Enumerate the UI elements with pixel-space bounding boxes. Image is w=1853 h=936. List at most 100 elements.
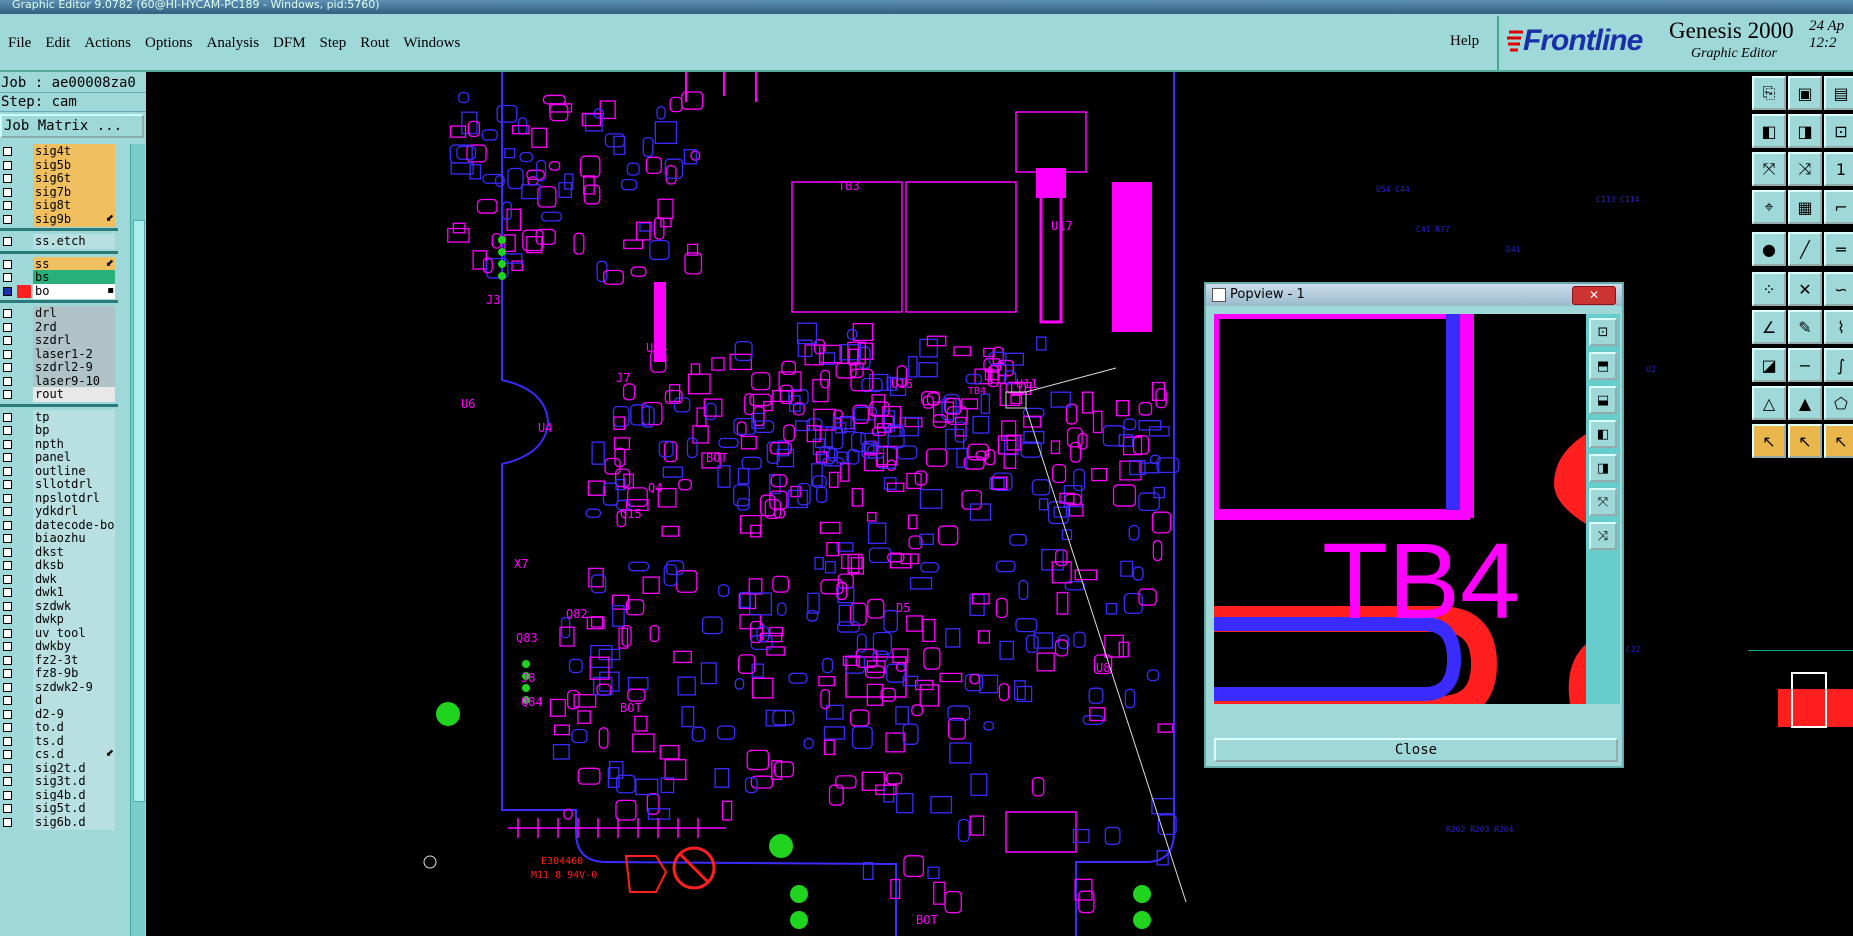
- layer-checkbox[interactable]: [3, 214, 12, 224]
- layer-checkbox[interactable]: [3, 309, 12, 318]
- layer-checkbox[interactable]: [3, 336, 12, 345]
- zoom-in-icon[interactable]: ⤨: [1788, 152, 1822, 186]
- layer-checkbox[interactable]: [3, 804, 12, 813]
- layer-row[interactable]: bo ▪: [0, 283, 118, 299]
- snap-icon[interactable]: ⌐: [1824, 190, 1853, 224]
- layer-name[interactable]: sig9b: [33, 211, 115, 227]
- layer-checkbox[interactable]: [3, 453, 12, 462]
- menu-analysis[interactable]: Analysis: [207, 35, 260, 52]
- curve-icon[interactable]: ∫: [1824, 348, 1853, 382]
- popview-zoom-in-icon[interactable]: ⤧: [1589, 488, 1617, 516]
- layer-row[interactable]: ss.etch: [0, 234, 118, 249]
- menu-edit[interactable]: Edit: [45, 35, 70, 52]
- popview-titlebar[interactable]: Popview - 1 ✕: [1206, 284, 1622, 306]
- popview-down-icon[interactable]: ⬓: [1589, 386, 1617, 414]
- popview-window[interactable]: Popview - 1 ✕ TB4 ⊡ ⬒ ⬓ ◧ ◨ ⤧ ⤨ Close: [1204, 282, 1624, 768]
- layer-checkbox[interactable]: [3, 777, 12, 786]
- menu-actions[interactable]: Actions: [84, 35, 131, 52]
- layer-checkbox[interactable]: [3, 817, 12, 827]
- layer-checkbox[interactable]: [3, 790, 12, 800]
- layer-row[interactable]: rout: [0, 387, 118, 402]
- triangle-icon[interactable]: △: [1752, 386, 1786, 420]
- popview-up-icon[interactable]: ⬒: [1589, 352, 1617, 380]
- popview-close-icon[interactable]: ✕: [1572, 286, 1616, 305]
- menu-help[interactable]: Help: [1450, 33, 1479, 50]
- layer-checkbox[interactable]: [3, 682, 12, 692]
- pen-icon[interactable]: ✎: [1788, 310, 1822, 344]
- menu-windows[interactable]: Windows: [403, 35, 460, 52]
- layer-checkbox[interactable]: [3, 574, 12, 584]
- pad-icon[interactable]: ●: [1752, 232, 1786, 266]
- cross-icon[interactable]: ✕: [1788, 272, 1822, 306]
- select-move-icon[interactable]: ↖: [1824, 424, 1853, 458]
- menu-options[interactable]: Options: [145, 35, 193, 52]
- minus-icon[interactable]: −: [1788, 348, 1822, 382]
- popview-fit-icon[interactable]: ⊡: [1589, 318, 1617, 346]
- save-icon[interactable]: ▣: [1788, 76, 1822, 110]
- popview-left-icon[interactable]: ◧: [1589, 420, 1617, 448]
- triangle-fill-icon[interactable]: ▲: [1788, 386, 1822, 420]
- layer-checkbox[interactable]: [3, 750, 12, 759]
- layer-checkbox[interactable]: [3, 696, 12, 705]
- layer-checkbox[interactable]: [3, 547, 12, 557]
- layer-checkbox[interactable]: [3, 723, 12, 732]
- layer-row[interactable]: sig9b ⬋: [0, 211, 118, 227]
- layer-checkbox[interactable]: [3, 561, 12, 570]
- layer-checkbox[interactable]: [3, 615, 12, 624]
- layer-name[interactable]: ss.etch: [33, 234, 115, 249]
- layer-checkbox[interactable]: [3, 642, 12, 651]
- layer-checkbox[interactable]: [3, 237, 12, 246]
- popview-close-button[interactable]: Close: [1214, 738, 1618, 762]
- scrollbar-thumb[interactable]: [133, 220, 145, 802]
- layer-checkbox[interactable]: [3, 273, 12, 282]
- layer-checkbox[interactable]: [3, 534, 12, 543]
- zoom-prev-icon[interactable]: ◧: [1752, 114, 1786, 148]
- popview-right-icon[interactable]: ◨: [1589, 454, 1617, 482]
- layer-checkbox[interactable]: [3, 286, 12, 296]
- link-icon[interactable]: ∽: [1824, 272, 1853, 306]
- layer-color-swatch[interactable]: [17, 284, 31, 298]
- layer-checkbox[interactable]: [3, 376, 12, 386]
- layer-checkbox[interactable]: [3, 322, 12, 332]
- layer-checkbox[interactable]: [3, 736, 12, 746]
- layer-checkbox[interactable]: [3, 187, 12, 197]
- layer-checkbox[interactable]: [3, 588, 12, 597]
- layer-checkbox[interactable]: [3, 390, 12, 399]
- layer-checkbox[interactable]: [3, 147, 12, 156]
- layer-name[interactable]: sig6b.d: [33, 814, 115, 830]
- ruler-icon[interactable]: ═: [1824, 232, 1853, 266]
- layer-name[interactable]: bo: [33, 283, 115, 299]
- layer-checkbox[interactable]: [3, 507, 12, 516]
- step-icon[interactable]: ⎘: [1752, 76, 1786, 110]
- measure-icon[interactable]: ⌖: [1752, 190, 1786, 224]
- menu-step[interactable]: Step: [320, 35, 347, 52]
- layer-checkbox[interactable]: [3, 655, 12, 665]
- polygon-icon[interactable]: ⬠: [1824, 386, 1853, 420]
- layer-row[interactable]: sig6b.d: [0, 814, 118, 830]
- line-icon[interactable]: ╱: [1788, 232, 1822, 266]
- menu-dfm[interactable]: DFM: [273, 35, 306, 52]
- layer-checkbox[interactable]: [3, 160, 12, 170]
- route-icon[interactable]: ⌇: [1824, 310, 1853, 344]
- popview-viewport[interactable]: TB4: [1214, 314, 1586, 704]
- layer-checkbox[interactable]: [3, 201, 12, 210]
- zoom-next-icon[interactable]: ◨: [1788, 114, 1822, 148]
- layer-checkbox[interactable]: [3, 709, 12, 719]
- layer-checkbox[interactable]: [3, 174, 12, 183]
- layer-checkbox[interactable]: [3, 426, 12, 435]
- menu-rout[interactable]: Rout: [360, 35, 389, 52]
- layer-checkbox[interactable]: [3, 412, 12, 422]
- grid-icon[interactable]: ▦: [1788, 190, 1822, 224]
- layer-name[interactable]: rout: [33, 387, 115, 402]
- layer-checkbox[interactable]: [3, 601, 12, 611]
- layer-checkbox[interactable]: [3, 628, 12, 638]
- select-add-icon[interactable]: ↖: [1788, 424, 1822, 458]
- layer-checkbox[interactable]: [3, 349, 12, 359]
- layer-scrollbar[interactable]: [130, 144, 145, 936]
- layer-checkbox[interactable]: [3, 439, 12, 449]
- layer-checkbox[interactable]: [3, 259, 12, 269]
- layer-checkbox[interactable]: [3, 493, 12, 503]
- popview-zoom-out-icon[interactable]: ⤨: [1589, 522, 1617, 550]
- menu-file[interactable]: File: [8, 35, 31, 52]
- overview-map[interactable]: [1748, 650, 1853, 761]
